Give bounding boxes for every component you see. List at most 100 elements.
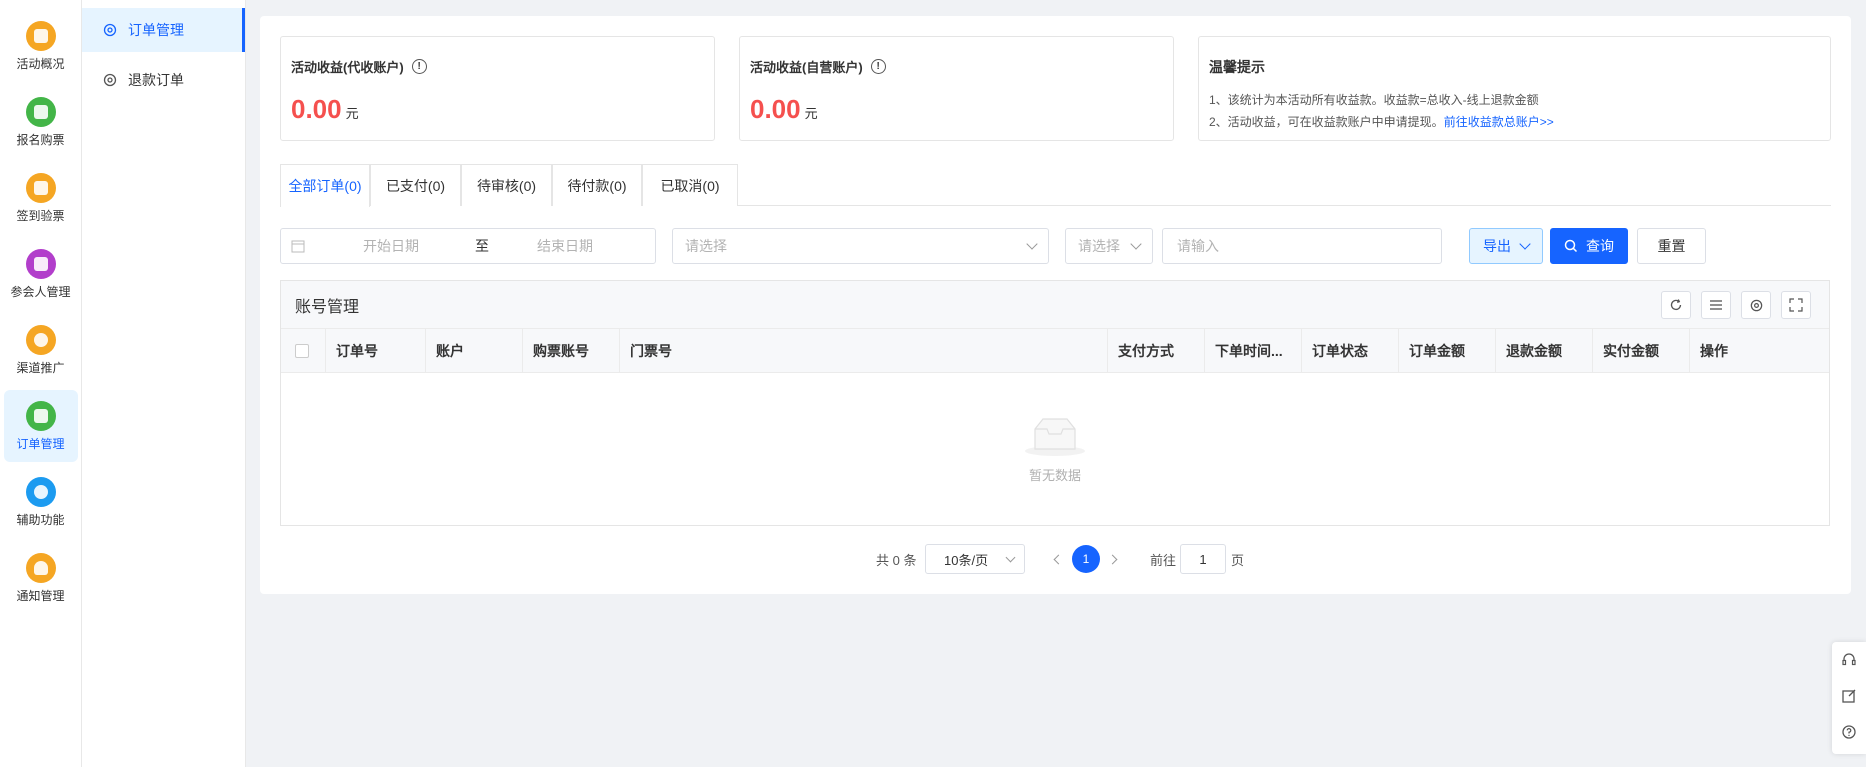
- activity-overview-icon: [25, 20, 56, 51]
- chevron-left-icon: [1053, 554, 1064, 564]
- registration-icon: [25, 96, 56, 127]
- column-header: 订单金额: [1399, 329, 1496, 373]
- fullscreen-button[interactable]: [1781, 291, 1811, 319]
- query-button[interactable]: 查询: [1550, 228, 1628, 264]
- attendees-icon: [25, 248, 56, 279]
- input-placeholder: 请输入: [1177, 238, 1219, 254]
- end-date-field[interactable]: 结束日期: [537, 236, 593, 256]
- rail-item-auxiliary[interactable]: 辅助功能: [4, 466, 78, 538]
- help-button[interactable]: [1832, 714, 1866, 750]
- stats-row: 活动收益(代收账户) ! 0.00 元 活动收益(自营账户) ! 0.00 元 温馨…: [280, 36, 1831, 141]
- auxiliary-icon: [25, 476, 56, 507]
- column-settings-button[interactable]: [1741, 291, 1771, 319]
- subnav-item-label: 退款订单: [128, 72, 184, 88]
- select-placeholder: 请选择: [1078, 238, 1120, 254]
- select-all-checkbox[interactable]: [295, 344, 309, 358]
- keyword-input[interactable]: 请输入: [1162, 228, 1442, 264]
- gear-icon: [103, 73, 117, 87]
- tab-cancelled[interactable]: 已取消(0): [642, 164, 738, 206]
- chevron-right-icon: [1107, 554, 1118, 564]
- rail-item-label: 签到验票: [16, 208, 65, 223]
- column-header: 支付方式: [1108, 329, 1205, 373]
- rail-item-notifications[interactable]: 通知管理: [4, 542, 78, 614]
- pagination: 共 0 条 10条/页 1 前往 1 页: [260, 544, 1851, 574]
- rail-item-attendees[interactable]: 参会人管理: [4, 238, 78, 310]
- current-page[interactable]: 1: [1072, 545, 1100, 573]
- prev-page-button[interactable]: [1053, 544, 1064, 574]
- feedback-button[interactable]: [1832, 678, 1866, 714]
- gear-icon: [1750, 299, 1762, 311]
- self-income-card: 活动收益(自营账户) ! 0.00 元: [739, 36, 1174, 141]
- select-placeholder: 请选择: [685, 238, 727, 254]
- rail-item-order-management[interactable]: 订单管理: [3, 390, 78, 462]
- export-button[interactable]: 导出: [1469, 228, 1543, 264]
- order-status-tabs: 全部订单(0) 已支付(0) 待审核(0) 待付款(0) 已取消(0): [280, 164, 1831, 207]
- table-title: 账号管理: [295, 298, 360, 316]
- headset-icon: [1842, 653, 1856, 666]
- self-income-title: 活动收益(自营账户): [750, 60, 863, 75]
- order-management-icon: [25, 400, 56, 431]
- page-unit-label: 页: [1231, 552, 1245, 568]
- column-header: 实付金额: [1593, 329, 1690, 373]
- self-income-amount: 0.00: [750, 94, 801, 124]
- checkin-icon: [25, 172, 56, 203]
- page-size-label: 10条/页: [944, 552, 989, 568]
- filter-bar: 开始日期 至 结束日期 请选择 请选择 请输入 导出 查询 重置: [280, 228, 1831, 264]
- rail-item-label: 活动概况: [16, 56, 65, 71]
- rail-item-activity-overview[interactable]: 活动概况: [4, 10, 78, 82]
- proxy-income-card: 活动收益(代收账户) ! 0.00 元: [280, 36, 715, 141]
- list-icon: [1710, 300, 1722, 310]
- reset-button[interactable]: 重置: [1637, 228, 1706, 264]
- currency-unit: 元: [345, 106, 359, 121]
- proxy-income-title: 活动收益(代收账户): [291, 60, 404, 75]
- primary-nav-rail: 活动概况 报名购票 签到验票 参会人管理 渠道推广 订单管理 辅助功能 通知管理: [0, 0, 82, 767]
- orders-table-panel: 账号管理 订单号 账户 购票账号 门票号 支付方式 下单时间... 订单状态 订…: [280, 280, 1830, 526]
- tab-paid[interactable]: 已支付(0): [370, 164, 461, 206]
- main-content: 活动收益(代收账户) ! 0.00 元 活动收益(自营账户) ! 0.00 元 温馨…: [260, 16, 1851, 594]
- column-header: 操作: [1700, 343, 1728, 359]
- page-size-select[interactable]: 10条/页: [925, 544, 1025, 574]
- floating-toolbar: [1832, 642, 1866, 754]
- income-account-link[interactable]: 前往收益款总账户>>: [1444, 115, 1554, 129]
- date-range-picker[interactable]: 开始日期 至 结束日期: [280, 228, 656, 264]
- rail-item-channel-promotion[interactable]: 渠道推广: [4, 314, 78, 386]
- column-header: 购票账号: [523, 329, 620, 373]
- fullscreen-icon: [1789, 298, 1803, 312]
- filter-select-2[interactable]: 请选择: [1065, 228, 1153, 264]
- column-header: 账户: [426, 329, 523, 373]
- goto-label: 前往: [1150, 552, 1177, 568]
- next-page-button[interactable]: [1107, 544, 1118, 574]
- column-header: 下单时间...: [1205, 329, 1302, 373]
- column-header: 门票号: [620, 329, 1108, 373]
- tab-pending-payment[interactable]: 待付款(0): [552, 164, 642, 206]
- rail-item-label: 参会人管理: [10, 284, 71, 299]
- column-header: 订单号: [326, 329, 426, 373]
- subnav-item-orders[interactable]: 订单管理: [82, 8, 245, 52]
- tab-pending-review[interactable]: 待审核(0): [461, 164, 552, 206]
- filter-select-1[interactable]: 请选择: [672, 228, 1049, 264]
- bell-icon: [25, 552, 56, 583]
- refresh-button[interactable]: [1661, 291, 1691, 319]
- tab-all-orders[interactable]: 全部订单(0): [280, 164, 370, 207]
- chevron-down-icon: [1005, 552, 1016, 562]
- start-date-field[interactable]: 开始日期: [363, 236, 419, 256]
- rail-item-label: 报名购票: [16, 132, 65, 147]
- subnav-item-refunds[interactable]: 退款订单: [82, 58, 245, 102]
- column-header: 退款金额: [1496, 329, 1593, 373]
- channel-promotion-icon: [25, 324, 56, 355]
- select-all-cell: [281, 329, 326, 373]
- subnav-item-label: 订单管理: [128, 22, 184, 38]
- edit-icon: [1842, 689, 1856, 703]
- info-icon[interactable]: !: [411, 59, 427, 74]
- calendar-icon: [291, 240, 305, 253]
- customer-service-button[interactable]: [1832, 642, 1866, 678]
- empty-state: 暂无数据: [281, 373, 1829, 525]
- rail-item-registration[interactable]: 报名购票: [4, 86, 78, 158]
- density-button[interactable]: [1701, 291, 1731, 319]
- proxy-income-amount: 0.00: [291, 94, 342, 124]
- total-count: 共 0 条: [876, 552, 917, 568]
- info-icon[interactable]: !: [870, 59, 886, 74]
- chevron-down-icon: [1519, 238, 1531, 250]
- goto-page-input[interactable]: 1: [1180, 544, 1226, 574]
- rail-item-checkin[interactable]: 签到验票: [4, 162, 78, 234]
